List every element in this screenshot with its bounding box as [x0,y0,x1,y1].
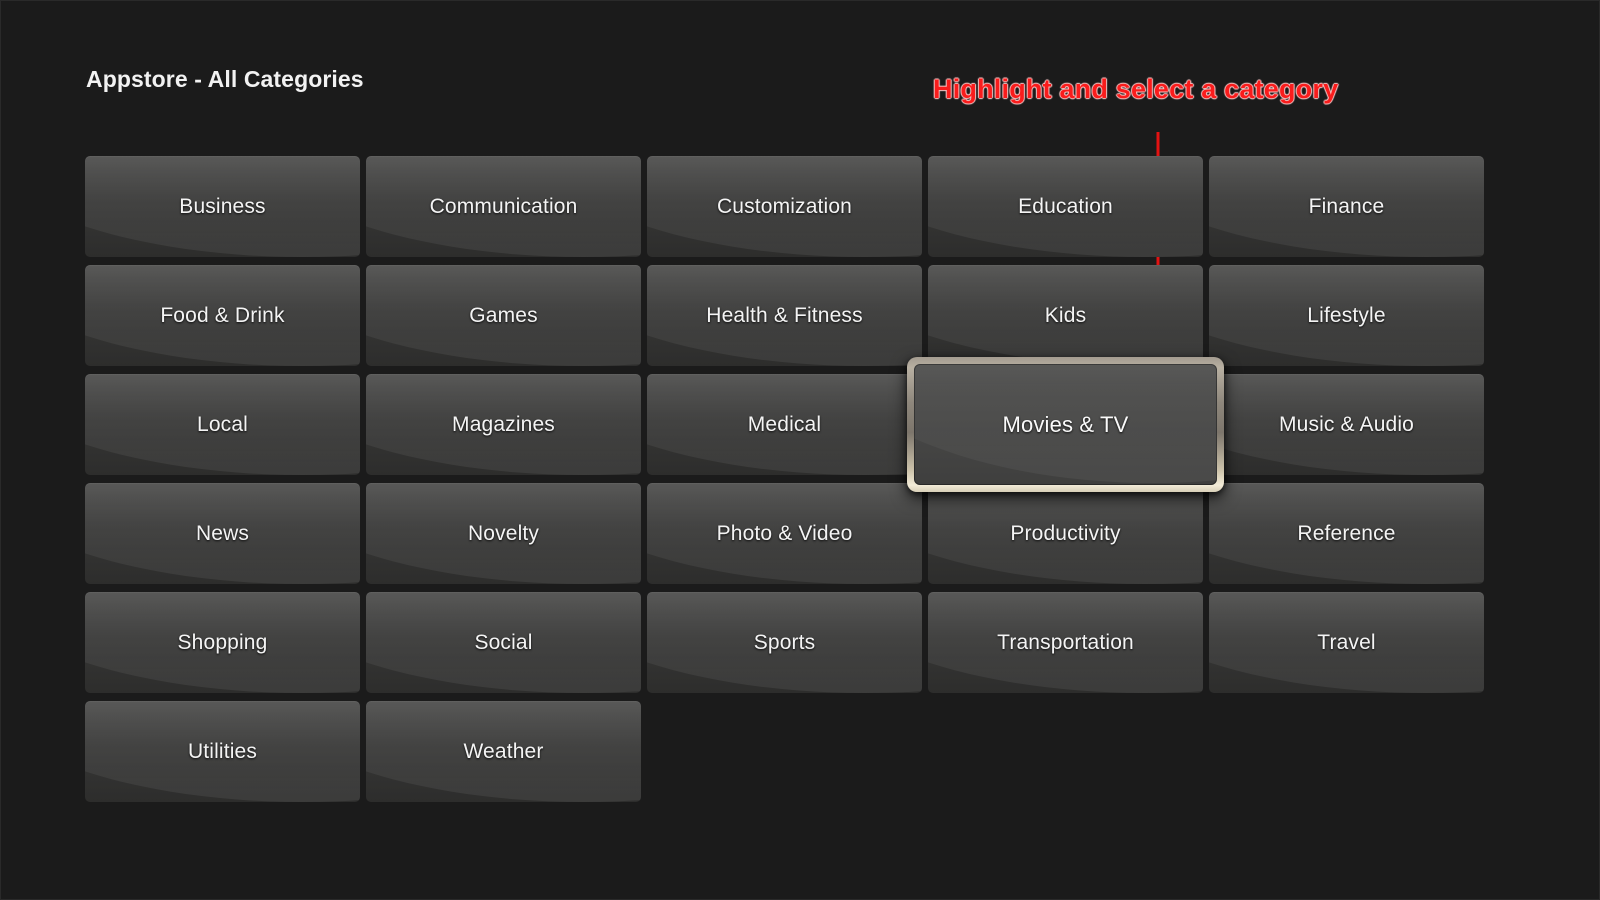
category-tile[interactable]: Movies & TV [907,357,1224,492]
category-tile-label: Transportation [997,630,1134,654]
category-tile[interactable]: Travel [1209,592,1484,693]
category-tile[interactable]: Music & Audio [1209,374,1484,475]
category-tile-label: Communication [429,194,578,218]
category-tile-label: Business [179,194,266,218]
category-tile[interactable]: News [85,483,360,584]
category-tile[interactable]: Productivity [928,483,1203,584]
category-tile-label: Sports [753,630,816,654]
category-tile[interactable]: Local [85,374,360,475]
appstore-screen: Appstore - All Categories Highlight and … [0,0,1600,900]
page-title: Appstore - All Categories [86,66,364,92]
category-tile[interactable]: Transportation [928,592,1203,693]
category-tile-label: Finance [1308,194,1385,218]
category-tile[interactable]: Kids [928,265,1203,366]
annotation-label: Highlight and select a category [933,74,1339,104]
category-tile[interactable]: Health & Fitness [647,265,922,366]
category-tile[interactable]: Novelty [366,483,641,584]
category-tile[interactable]: Magazines [366,374,641,475]
category-tile[interactable]: Games [366,265,641,366]
category-tile[interactable]: Shopping [85,592,360,693]
selected-tile-inner: Movies & TV [914,364,1217,485]
category-tile[interactable]: Social [366,592,641,693]
category-tile[interactable]: Business [85,156,360,257]
category-tile-label: Photo & Video [716,521,853,545]
category-tile[interactable]: Weather [366,701,641,802]
category-tile-label: Music & Audio [1278,412,1414,436]
category-tile-label: Productivity [1010,521,1121,545]
category-tile-label: Medical [747,412,822,436]
category-tile[interactable]: Medical [647,374,922,475]
category-tile-label: Shopping [177,630,268,654]
category-tile-label: Lifestyle [1307,303,1386,327]
category-tile-label: Food & Drink [160,303,285,327]
category-tile[interactable]: Finance [1209,156,1484,257]
category-tile[interactable]: Lifestyle [1209,265,1484,366]
category-tile-label: Movies & TV [1002,411,1129,437]
category-tile-label: Health & Fitness [706,303,863,327]
category-tile[interactable]: Food & Drink [85,265,360,366]
category-tile-label: Weather [463,739,544,763]
category-tile[interactable]: Utilities [85,701,360,802]
category-tile-label: Local [197,412,248,436]
category-tile-label: Kids [1044,303,1087,327]
category-tile-label: Magazines [452,412,555,436]
category-tile-label: News [195,521,250,545]
category-tile[interactable]: Reference [1209,483,1484,584]
category-tile-label: Social [474,630,533,654]
category-tile[interactable]: Communication [366,156,641,257]
category-tile-label: Games [469,303,538,327]
category-tile[interactable]: Customization [647,156,922,257]
category-grid: Business Communication Customization Educat… [85,156,1485,808]
category-tile[interactable]: Sports [647,592,922,693]
category-tile[interactable]: Photo & Video [647,483,922,584]
category-tile-label: Education [1018,194,1113,218]
category-tile-label: Customization [716,194,852,218]
category-tile-label: Reference [1297,521,1396,545]
category-tile[interactable]: Education [928,156,1203,257]
category-tile-label: Utilities [187,739,258,763]
category-tile-label: Novelty [467,521,540,545]
category-tile-label: Travel [1317,630,1376,654]
